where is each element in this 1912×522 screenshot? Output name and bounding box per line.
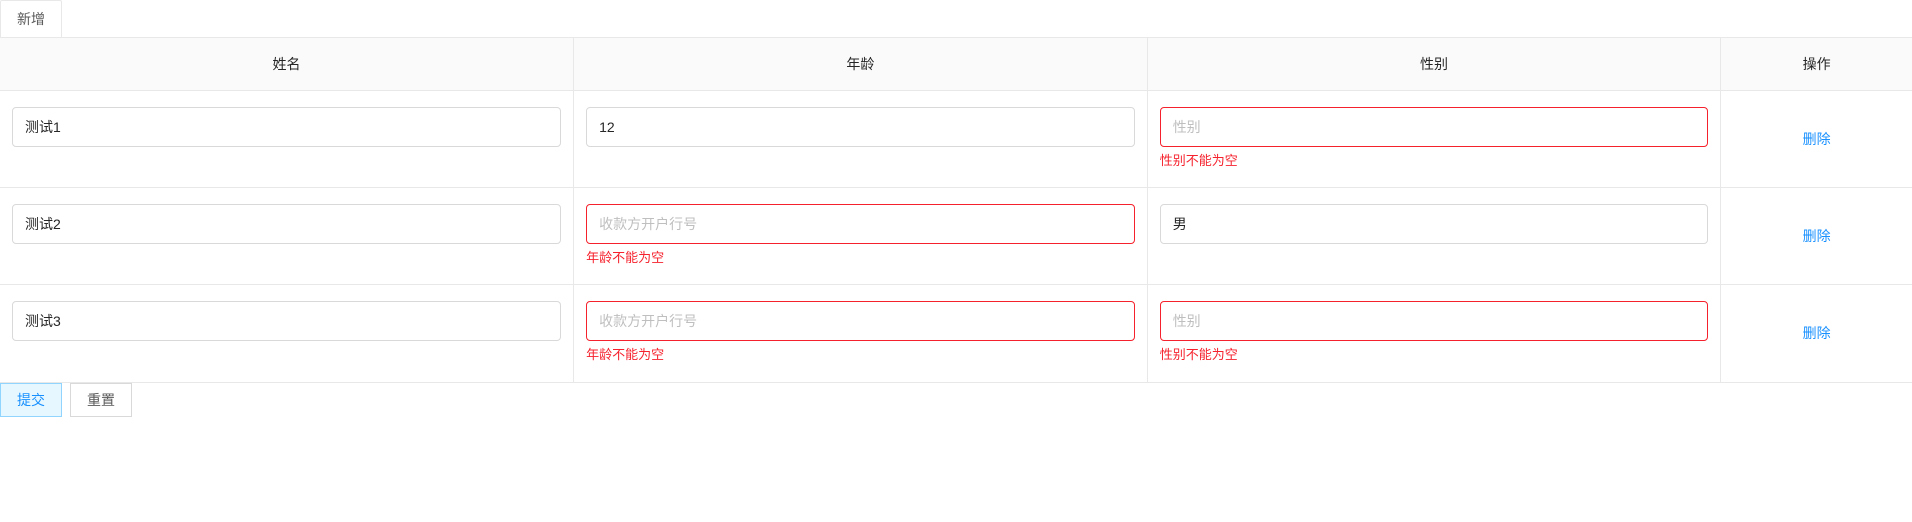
gender-input[interactable] [1160,301,1709,341]
table-row: 性别不能为空 删除 [0,91,1912,188]
age-input[interactable] [586,301,1135,341]
delete-button[interactable]: 删除 [1803,323,1831,343]
table-row: 年龄不能为空 性别不能为空 删除 [0,285,1912,382]
column-header-gender: 性别 [1147,38,1721,91]
data-table: 姓名 年龄 性别 操作 性别不能为空删除年龄不能为空删除年龄不能为空性别不能为空… [0,38,1912,383]
gender-error-message: 性别不能为空 [1160,347,1709,365]
column-header-age: 年龄 [574,38,1148,91]
delete-button[interactable]: 删除 [1803,129,1831,149]
gender-input[interactable] [1160,107,1709,147]
column-header-action: 操作 [1721,38,1912,91]
name-input[interactable] [12,301,561,341]
table-row: 年龄不能为空 删除 [0,188,1912,285]
delete-button[interactable]: 删除 [1803,226,1831,246]
submit-button[interactable]: 提交 [0,383,62,417]
tab-bar: 新增 [0,0,1912,38]
gender-input[interactable] [1160,204,1709,244]
name-input[interactable] [12,204,561,244]
add-tab[interactable]: 新增 [0,0,62,37]
footer-bar: 提交 重置 [0,383,1912,417]
age-input[interactable] [586,107,1135,147]
age-error-message: 年龄不能为空 [586,347,1135,365]
column-header-name: 姓名 [0,38,574,91]
gender-error-message: 性别不能为空 [1160,153,1709,171]
age-input[interactable] [586,204,1135,244]
name-input[interactable] [12,107,561,147]
reset-button[interactable]: 重置 [70,383,132,417]
age-error-message: 年龄不能为空 [586,250,1135,268]
